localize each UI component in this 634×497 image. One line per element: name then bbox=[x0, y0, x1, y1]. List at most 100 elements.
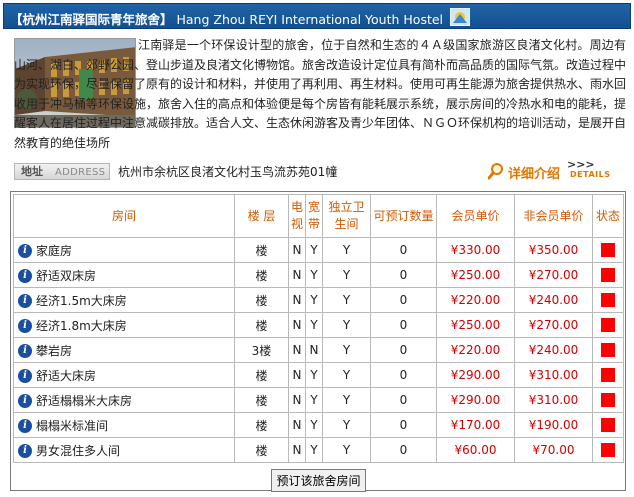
room-tv: N bbox=[289, 413, 306, 438]
room-nonmember-price: ¥310.00 bbox=[515, 388, 593, 413]
details-link[interactable]: 详细介绍 >>> DETAILS bbox=[488, 158, 620, 184]
room-name: 舒适双床房 bbox=[36, 269, 96, 283]
room-status-cell bbox=[593, 388, 624, 413]
header-tv: 电视 bbox=[289, 195, 306, 238]
info-icon[interactable]: i bbox=[18, 394, 32, 408]
magnifier-icon bbox=[488, 162, 504, 180]
info-icon[interactable]: i bbox=[18, 244, 32, 258]
room-bathroom: Y bbox=[323, 438, 371, 463]
room-member-price: ¥170.00 bbox=[437, 413, 515, 438]
info-icon[interactable]: i bbox=[18, 444, 32, 458]
room-broadband: N bbox=[306, 338, 323, 363]
room-available: 0 bbox=[371, 313, 437, 338]
room-status-cell bbox=[593, 313, 624, 338]
room-broadband: Y bbox=[306, 388, 323, 413]
room-name: 榻榻米标准间 bbox=[36, 419, 108, 433]
room-tv: N bbox=[289, 238, 306, 263]
status-unavailable-icon bbox=[601, 268, 615, 282]
room-name-cell: i 舒适榻榻米大床房 bbox=[14, 388, 235, 413]
room-name-cell: i舒适大床房 bbox=[14, 363, 235, 388]
info-icon[interactable]: i bbox=[18, 319, 32, 333]
room-member-price: ¥250.00 bbox=[437, 263, 515, 288]
table-row: i榻榻米标准间楼NYY0¥170.00¥190.00 bbox=[14, 413, 624, 438]
room-member-price: ¥60.00 bbox=[437, 438, 515, 463]
room-tv: N bbox=[289, 288, 306, 313]
hostel-title: 【杭州江南驿国际青年旅舍】 Hang Zhou REYI Internation… bbox=[10, 9, 443, 28]
room-member-price: ¥250.00 bbox=[437, 313, 515, 338]
room-nonmember-price: ¥70.00 bbox=[515, 438, 593, 463]
room-floor: 3楼 bbox=[235, 338, 289, 363]
room-bathroom: Y bbox=[323, 263, 371, 288]
book-rooms-button[interactable]: 预订该旅舍房间 bbox=[271, 469, 365, 492]
details-label-en: DETAILS bbox=[570, 170, 610, 179]
header-floor: 楼 层 bbox=[235, 195, 289, 238]
room-available: 0 bbox=[371, 263, 437, 288]
room-name: 舒适榻榻米大床房 bbox=[36, 394, 132, 408]
table-row: i家庭房楼NYY0¥330.00¥350.00 bbox=[14, 238, 624, 263]
room-floor: 楼 bbox=[235, 363, 289, 388]
room-name-cell: i 榻榻米标准间 bbox=[14, 413, 235, 438]
room-broadband: Y bbox=[306, 238, 323, 263]
room-name: 经济1.8m大床房 bbox=[36, 319, 127, 333]
info-icon[interactable]: i bbox=[18, 269, 32, 283]
status-unavailable-icon bbox=[601, 243, 615, 257]
info-icon[interactable]: i bbox=[18, 294, 32, 308]
room-bathroom: Y bbox=[323, 363, 371, 388]
header-broadband: 宽带 bbox=[306, 195, 323, 238]
header-member-price: 会员单价 bbox=[437, 195, 515, 238]
room-broadband: Y bbox=[306, 438, 323, 463]
header-nonmember-price: 非会员单价 bbox=[515, 195, 593, 238]
table-row: i男女混住多人间楼NYY0¥60.00¥70.00 bbox=[14, 438, 624, 463]
room-bathroom: Y bbox=[323, 338, 371, 363]
room-broadband: Y bbox=[306, 363, 323, 388]
room-member-price: ¥330.00 bbox=[437, 238, 515, 263]
room-available: 0 bbox=[371, 388, 437, 413]
room-broadband: Y bbox=[306, 413, 323, 438]
address-label: 地址 ADDRESS bbox=[14, 163, 110, 180]
rooms-table: 房间 楼 层 电视 宽带 独立卫生间 可预订数量 会员单价 非会员单价 状态 i… bbox=[13, 194, 624, 497]
table-row: i经济1.8m大床房楼NYY0¥250.00¥270.00 bbox=[14, 313, 624, 338]
room-bathroom: Y bbox=[323, 238, 371, 263]
status-unavailable-icon bbox=[601, 318, 615, 332]
hostel-title-cn: 【杭州江南驿国际青年旅舍】 bbox=[10, 12, 173, 27]
address-label-en: ADDRESS bbox=[55, 165, 105, 180]
room-status-cell bbox=[593, 288, 624, 313]
room-nonmember-price: ¥350.00 bbox=[515, 238, 593, 263]
room-floor: 楼 bbox=[235, 388, 289, 413]
room-floor: 楼 bbox=[235, 313, 289, 338]
room-bathroom: Y bbox=[323, 288, 371, 313]
table-row: i舒适大床房楼NYY0¥290.00¥310.00 bbox=[14, 363, 624, 388]
room-tv: N bbox=[289, 313, 306, 338]
room-name-cell: i 经济1.5m大床房 bbox=[14, 288, 235, 313]
address-label-cn: 地址 bbox=[21, 164, 43, 179]
room-bathroom: Y bbox=[323, 313, 371, 338]
details-label-cn: 详细介绍 bbox=[508, 163, 560, 182]
room-nonmember-price: ¥310.00 bbox=[515, 363, 593, 388]
header-room: 房间 bbox=[14, 195, 235, 238]
address-text: 杭州市余杭区良渚文化村玉鸟流苏苑01幢 bbox=[118, 163, 337, 180]
room-tv: N bbox=[289, 263, 306, 288]
room-name: 经济1.5m大床房 bbox=[36, 294, 127, 308]
room-name: 攀岩房 bbox=[36, 344, 72, 358]
table-row: i舒适榻榻米大床房楼NYY0¥290.00¥310.00 bbox=[14, 388, 624, 413]
room-name-cell: i 经济1.8m大床房 bbox=[14, 313, 235, 338]
table-row: i经济1.5m大床房楼NYY0¥220.00¥240.00 bbox=[14, 288, 624, 313]
room-nonmember-price: ¥270.00 bbox=[515, 313, 593, 338]
room-member-price: ¥220.00 bbox=[437, 288, 515, 313]
hostel-title-bar: 【杭州江南驿国际青年旅舍】 Hang Zhou REYI Internation… bbox=[3, 3, 631, 29]
room-member-price: ¥290.00 bbox=[437, 388, 515, 413]
room-broadband: Y bbox=[306, 313, 323, 338]
room-nonmember-price: ¥270.00 bbox=[515, 263, 593, 288]
hostel-title-en: Hang Zhou REYI International Youth Hoste… bbox=[177, 12, 444, 27]
room-status-cell bbox=[593, 438, 624, 463]
info-icon[interactable]: i bbox=[18, 369, 32, 383]
status-unavailable-icon bbox=[601, 443, 615, 457]
info-icon[interactable]: i bbox=[18, 419, 32, 433]
room-status-cell bbox=[593, 263, 624, 288]
info-icon[interactable]: i bbox=[18, 344, 32, 358]
header-status: 状态 bbox=[593, 195, 624, 238]
room-status-cell bbox=[593, 338, 624, 363]
room-floor: 楼 bbox=[235, 413, 289, 438]
room-name-cell: i 舒适双床房 bbox=[14, 263, 235, 288]
room-floor: 楼 bbox=[235, 438, 289, 463]
